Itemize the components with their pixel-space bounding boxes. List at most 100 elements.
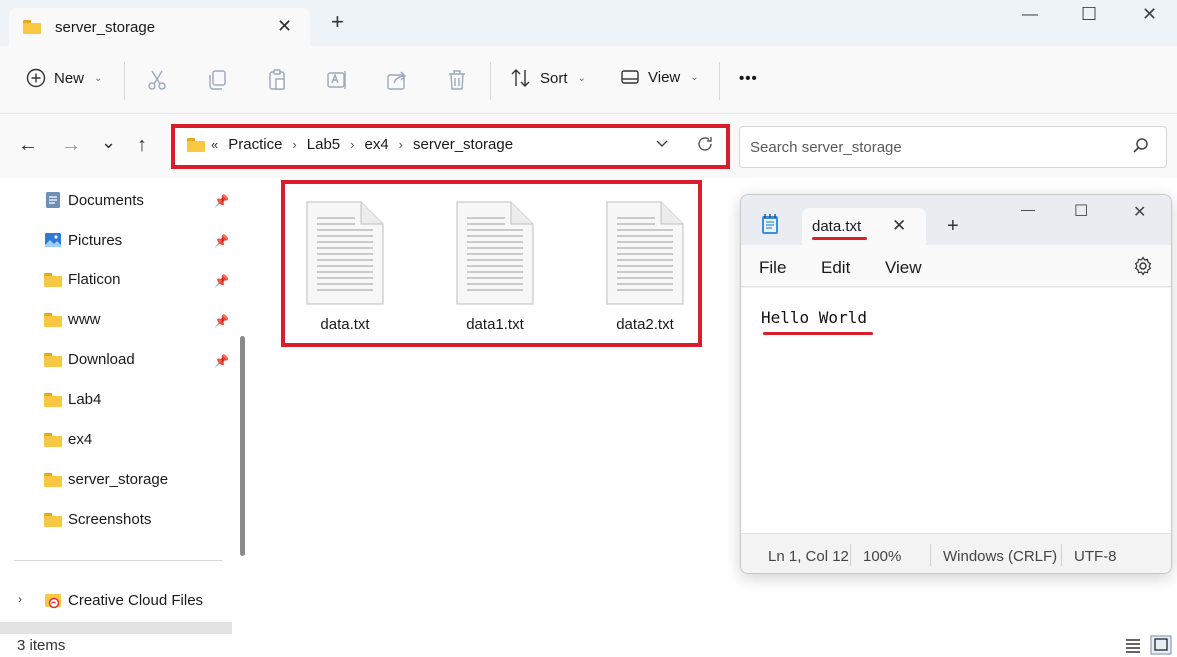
view-button[interactable]: View ⌄: [620, 68, 699, 86]
maximize-button[interactable]: ☐: [1074, 201, 1088, 221]
paste-icon[interactable]: [265, 68, 289, 92]
up-button[interactable]: ↑: [137, 134, 147, 157]
sidebar-item-label: Lab4: [68, 391, 102, 408]
delete-icon[interactable]: [445, 68, 469, 92]
recent-locations-button[interactable]: ⌄: [101, 132, 116, 153]
chevron-right-icon[interactable]: ›: [399, 137, 403, 152]
search-input[interactable]: Search server_storage: [739, 126, 1167, 168]
view-icon: [621, 70, 639, 84]
details-view-icon[interactable]: [1122, 635, 1144, 655]
large-icons-view-icon[interactable]: [1150, 635, 1172, 655]
share-icon[interactable]: [385, 68, 409, 92]
breadcrumb-item-practice[interactable]: Practice: [228, 136, 282, 153]
menu-file[interactable]: File: [759, 258, 786, 278]
rename-icon[interactable]: [325, 68, 349, 92]
chevron-down-icon: ⌄: [690, 71, 699, 83]
file-name: data2.txt: [616, 316, 674, 333]
chevron-down-icon[interactable]: [655, 137, 669, 151]
navigation-pane: Documents 📌 Pictures 📌 Flaticon 📌 www 📌 …: [0, 178, 250, 634]
divider: [1061, 544, 1062, 566]
notepad-tab-title: data.txt: [812, 218, 862, 235]
sidebar-item-label: Creative Cloud Files: [68, 591, 204, 609]
minimize-button[interactable]: —: [1022, 6, 1038, 24]
encoding: UTF-8: [1074, 548, 1117, 565]
pin-icon: 📌: [214, 234, 229, 248]
sidebar-item-lab4[interactable]: Lab4: [44, 391, 101, 408]
divider: [490, 62, 491, 100]
sidebar-item-server-storage[interactable]: server_storage: [44, 471, 168, 488]
sort-button[interactable]: Sort ⌄: [510, 68, 586, 88]
folder-icon: [44, 392, 62, 407]
expand-chevron-icon[interactable]: ›: [18, 592, 22, 606]
close-window-button[interactable]: ✕: [1133, 202, 1146, 222]
cut-icon[interactable]: [145, 68, 169, 92]
sort-label: Sort: [540, 69, 568, 87]
pin-icon: 📌: [214, 314, 229, 328]
menu-edit[interactable]: Edit: [821, 258, 850, 278]
file-name: data.txt: [320, 316, 370, 333]
sort-icon: [511, 69, 530, 87]
breadcrumb-item-server-storage[interactable]: server_storage: [413, 136, 513, 153]
sidebar-item-pictures[interactable]: Pictures: [44, 231, 122, 249]
explorer-tab[interactable]: server_storage ✕: [9, 8, 310, 46]
forward-button[interactable]: →: [61, 134, 81, 157]
file-item-data1-txt[interactable]: data1.txt: [435, 200, 555, 333]
file-item-data2-txt[interactable]: data2.txt: [585, 200, 705, 333]
file-list: data.txt data1.txt data2.txt: [281, 180, 702, 347]
chevron-right-icon[interactable]: ›: [350, 137, 354, 152]
more-options-button[interactable]: •••: [739, 70, 758, 87]
close-tab-icon[interactable]: ✕: [892, 216, 906, 236]
copy-icon[interactable]: [205, 68, 229, 92]
divider: [719, 62, 720, 100]
sidebar-item-label: server_storage: [68, 471, 169, 488]
settings-gear-icon[interactable]: [1133, 256, 1153, 276]
folder-icon: [44, 472, 62, 487]
folder-icon: [44, 272, 62, 287]
menu-view[interactable]: View: [885, 258, 922, 278]
sidebar-item-screenshots[interactable]: Screenshots: [44, 511, 151, 528]
file-item-data-txt[interactable]: data.txt: [285, 200, 405, 333]
close-tab-icon[interactable]: ✕: [277, 16, 292, 37]
back-button[interactable]: ←: [18, 134, 38, 157]
creative-cloud-icon: [45, 594, 61, 609]
zoom-level: 100%: [863, 548, 902, 565]
notepad-status-bar: Ln 1, Col 12 100% Windows (CRLF) UTF-8: [741, 533, 1171, 573]
pin-icon: 📌: [214, 354, 229, 368]
sidebar-scrollbar[interactable]: [240, 336, 245, 556]
notepad-icon: [762, 214, 778, 234]
line-ending: Windows (CRLF): [943, 548, 1058, 565]
notepad-tab[interactable]: data.txt ✕: [802, 208, 926, 245]
minimize-button[interactable]: —: [1021, 201, 1035, 217]
folder-icon: [187, 137, 205, 152]
sidebar-item-creative-cloud[interactable]: Creative Cloud Files: [44, 591, 203, 609]
new-tab-button[interactable]: +: [331, 11, 344, 33]
chevron-down-icon: ⌄: [94, 72, 103, 84]
sidebar-item-flaticon[interactable]: Flaticon: [44, 271, 121, 288]
new-button[interactable]: New ⌄: [26, 68, 102, 88]
folder-icon: [44, 352, 62, 367]
maximize-button[interactable]: ☐: [1081, 4, 1097, 25]
breadcrumb-item-lab5[interactable]: Lab5: [307, 136, 340, 153]
editor-content: Hello World: [761, 308, 867, 327]
close-window-button[interactable]: ✕: [1142, 4, 1157, 25]
address-bar[interactable]: « Practice › Lab5 › ex4 › server_storage: [171, 124, 730, 169]
sidebar-item-www[interactable]: www: [44, 311, 101, 328]
sidebar-item-documents[interactable]: Documents: [44, 191, 144, 209]
sidebar-horizontal-scrollbar[interactable]: [0, 622, 232, 634]
tab-title: server_storage: [55, 19, 156, 36]
notepad-text-area[interactable]: Hello World: [741, 288, 1171, 533]
chevron-right-icon[interactable]: ›: [292, 137, 296, 152]
notepad-menu-bar: File Edit View: [741, 245, 1171, 287]
plus-circle-icon: [26, 68, 46, 88]
new-tab-button[interactable]: +: [947, 216, 959, 236]
search-icon[interactable]: [1132, 137, 1150, 155]
refresh-icon[interactable]: [695, 134, 715, 154]
sidebar-item-label: Screenshots: [68, 511, 152, 528]
sidebar-item-download[interactable]: Download: [44, 351, 135, 368]
breadcrumb-item-ex4[interactable]: ex4: [364, 136, 388, 153]
sidebar-item-ex4[interactable]: ex4: [44, 431, 92, 448]
divider: [14, 560, 222, 561]
text-file-icon: [606, 201, 684, 305]
overflow-chevron-icon[interactable]: «: [211, 137, 218, 152]
file-name: data1.txt: [466, 316, 524, 333]
